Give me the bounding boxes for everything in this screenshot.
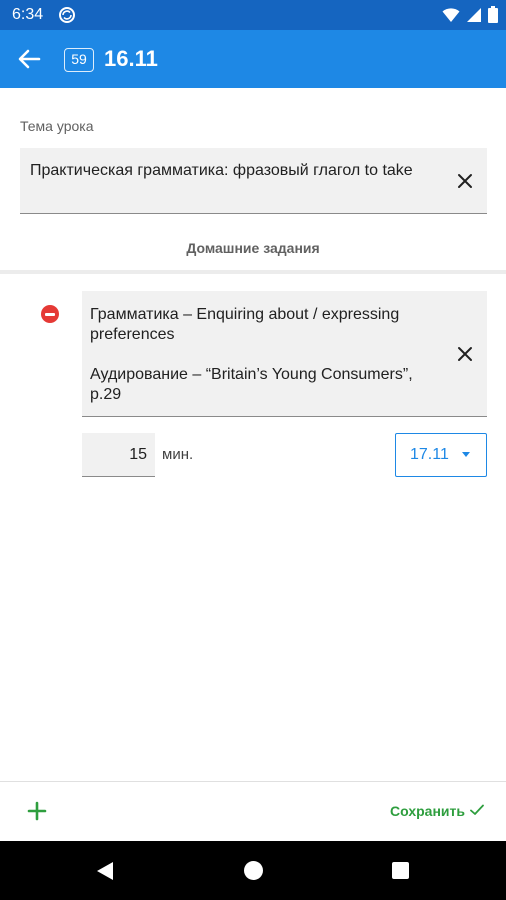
plus-icon[interactable] <box>24 798 50 824</box>
checkmark-icon <box>470 803 484 819</box>
homework-divider <box>0 270 506 274</box>
dropdown-arrow-icon <box>462 452 470 457</box>
signal-icon <box>466 7 482 28</box>
topic-label: Тема урока <box>20 118 94 134</box>
minutes-unit-label: мин. <box>162 446 194 463</box>
back-triangle-icon[interactable] <box>96 861 114 886</box>
homework-text[interactable]: Грамматика – Enquiring about / expressin… <box>90 305 435 405</box>
homework-header: Домашние задания <box>186 240 320 256</box>
navigation-bar <box>0 841 506 900</box>
page-title: 16.11 <box>104 46 158 71</box>
status-bar: 6:34 <box>0 0 506 30</box>
status-icons <box>442 6 498 28</box>
status-time: 6:34 <box>12 6 44 23</box>
homework-line: Аудирование – “Britain’s Young Consumers… <box>90 366 413 403</box>
back-arrow-icon[interactable] <box>14 45 44 73</box>
homework-line: Грамматика – Enquiring about / expressin… <box>90 306 400 343</box>
due-date-value: 17.11 <box>410 446 449 463</box>
clear-topic-icon[interactable] <box>453 169 477 193</box>
due-date-dropdown[interactable]: 17.11 <box>395 433 487 477</box>
bottom-divider <box>0 781 506 782</box>
remove-homework-icon[interactable] <box>41 305 59 323</box>
topic-input[interactable]: Практическая грамматика: фразовый глагол… <box>20 148 487 214</box>
battery-icon <box>488 6 498 28</box>
clear-homework-icon[interactable] <box>453 342 477 366</box>
minutes-input[interactable]: 15 <box>82 433 155 477</box>
lesson-number-badge: 59 <box>64 48 94 72</box>
recent-square-icon[interactable] <box>392 862 409 879</box>
home-circle-icon[interactable] <box>244 861 263 880</box>
sync-icon <box>58 6 76 24</box>
app-bar: 59 16.11 <box>0 30 506 88</box>
homework-input[interactable]: Грамматика – Enquiring about / expressin… <box>82 291 487 417</box>
save-button[interactable]: Сохранить <box>390 803 484 819</box>
save-label: Сохранить <box>390 803 465 819</box>
topic-input-value[interactable]: Практическая грамматика: фразовый глагол… <box>30 161 430 181</box>
wifi-icon <box>442 7 460 28</box>
